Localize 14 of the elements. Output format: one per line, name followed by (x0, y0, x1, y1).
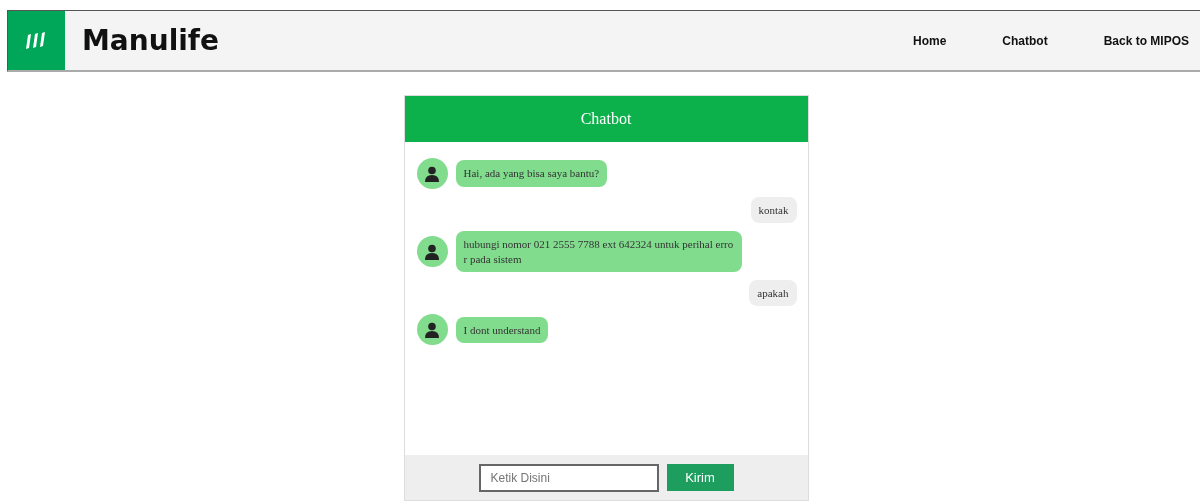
avatar-icon (416, 236, 448, 268)
avatar-icon (416, 314, 448, 346)
nav-link[interactable]: Chatbot (957, 33, 1059, 48)
avatar-icon (416, 158, 448, 189)
message-input[interactable]: Ketik Disini (478, 463, 659, 492)
nav-link[interactable]: Home (867, 33, 958, 48)
message-bubble: apakah (749, 279, 797, 307)
chat-title: Chatbot (580, 110, 632, 128)
message-bubble: kontak (750, 197, 797, 224)
message-bubble: I dont understand (455, 316, 549, 343)
brand-name: Manulife (82, 24, 219, 57)
nav-link[interactable]: Back to MIPOS (1058, 33, 1200, 48)
message-bubble: hubungi nomor 021 2555 7788 ext 642324 untuk perihal error pada sistem (455, 231, 742, 272)
message-bubble: Hai, ada yang bisa saya bantu? (455, 160, 608, 187)
